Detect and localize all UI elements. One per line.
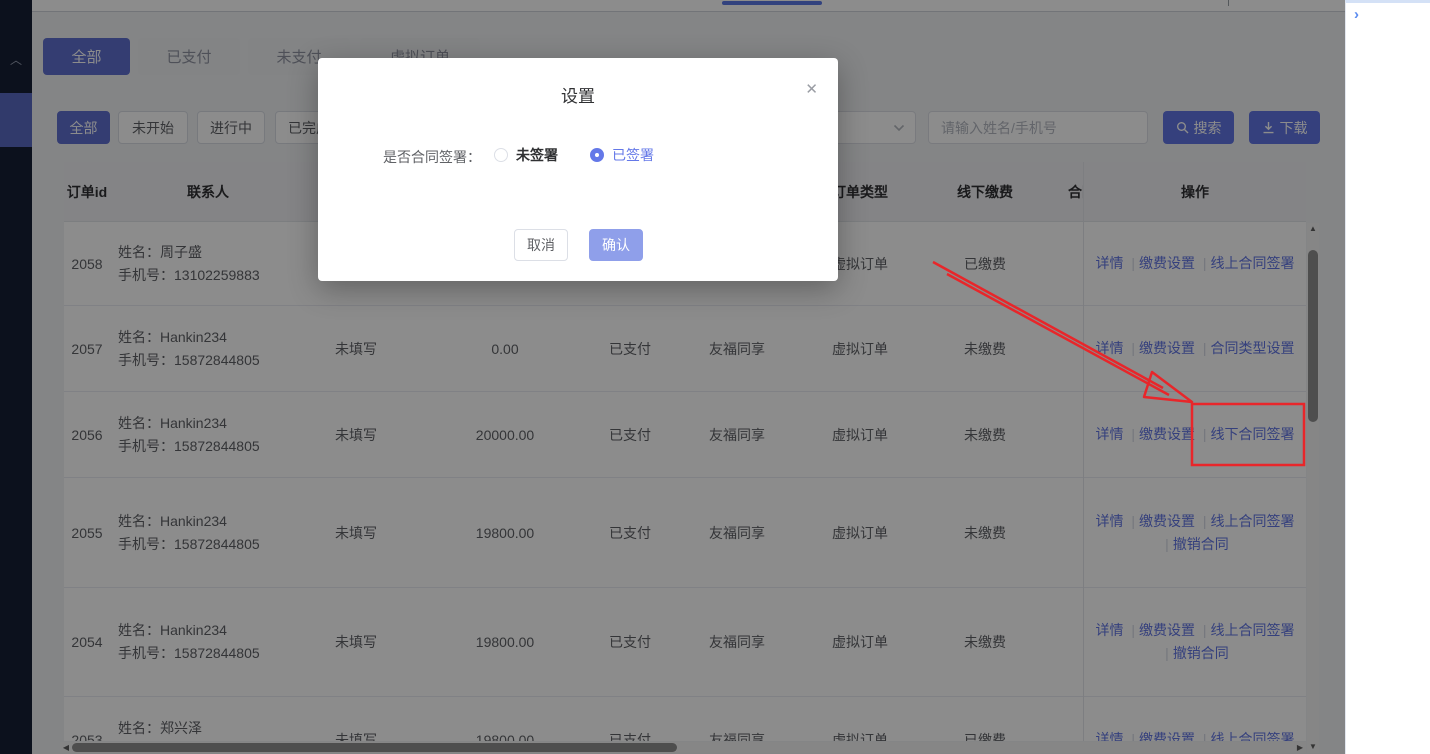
close-icon[interactable]: ✕ (805, 80, 818, 98)
radio-circle-icon[interactable] (590, 148, 604, 162)
radio-circle-icon[interactable] (494, 148, 508, 162)
contract-sign-field-label: 是否合同签署： (383, 147, 481, 167)
confirm-button[interactable]: 确认 (589, 229, 643, 261)
contract-sign-radio-group: 未签署 已签署 (494, 145, 654, 165)
app-root: ︿ 全部已支付未支付虚拟订单 全部未开始进行中已完成 搜索 下载 (0, 0, 1430, 754)
radio-option-已签署[interactable]: 已签署 (590, 145, 654, 165)
right-side-panel: › (1345, 0, 1430, 754)
radio-option-未签署[interactable]: 未签署 (494, 145, 558, 165)
modal-title: 设置 (318, 82, 838, 107)
settings-modal: 设置 ✕ 是否合同签署： 未签署 已签署 取消 确认 (318, 58, 838, 281)
panel-expand-chevron-icon[interactable]: › (1354, 6, 1359, 23)
radio-label: 未签署 (516, 145, 558, 165)
cancel-button[interactable]: 取消 (514, 229, 568, 261)
radio-label: 已签署 (612, 145, 654, 165)
